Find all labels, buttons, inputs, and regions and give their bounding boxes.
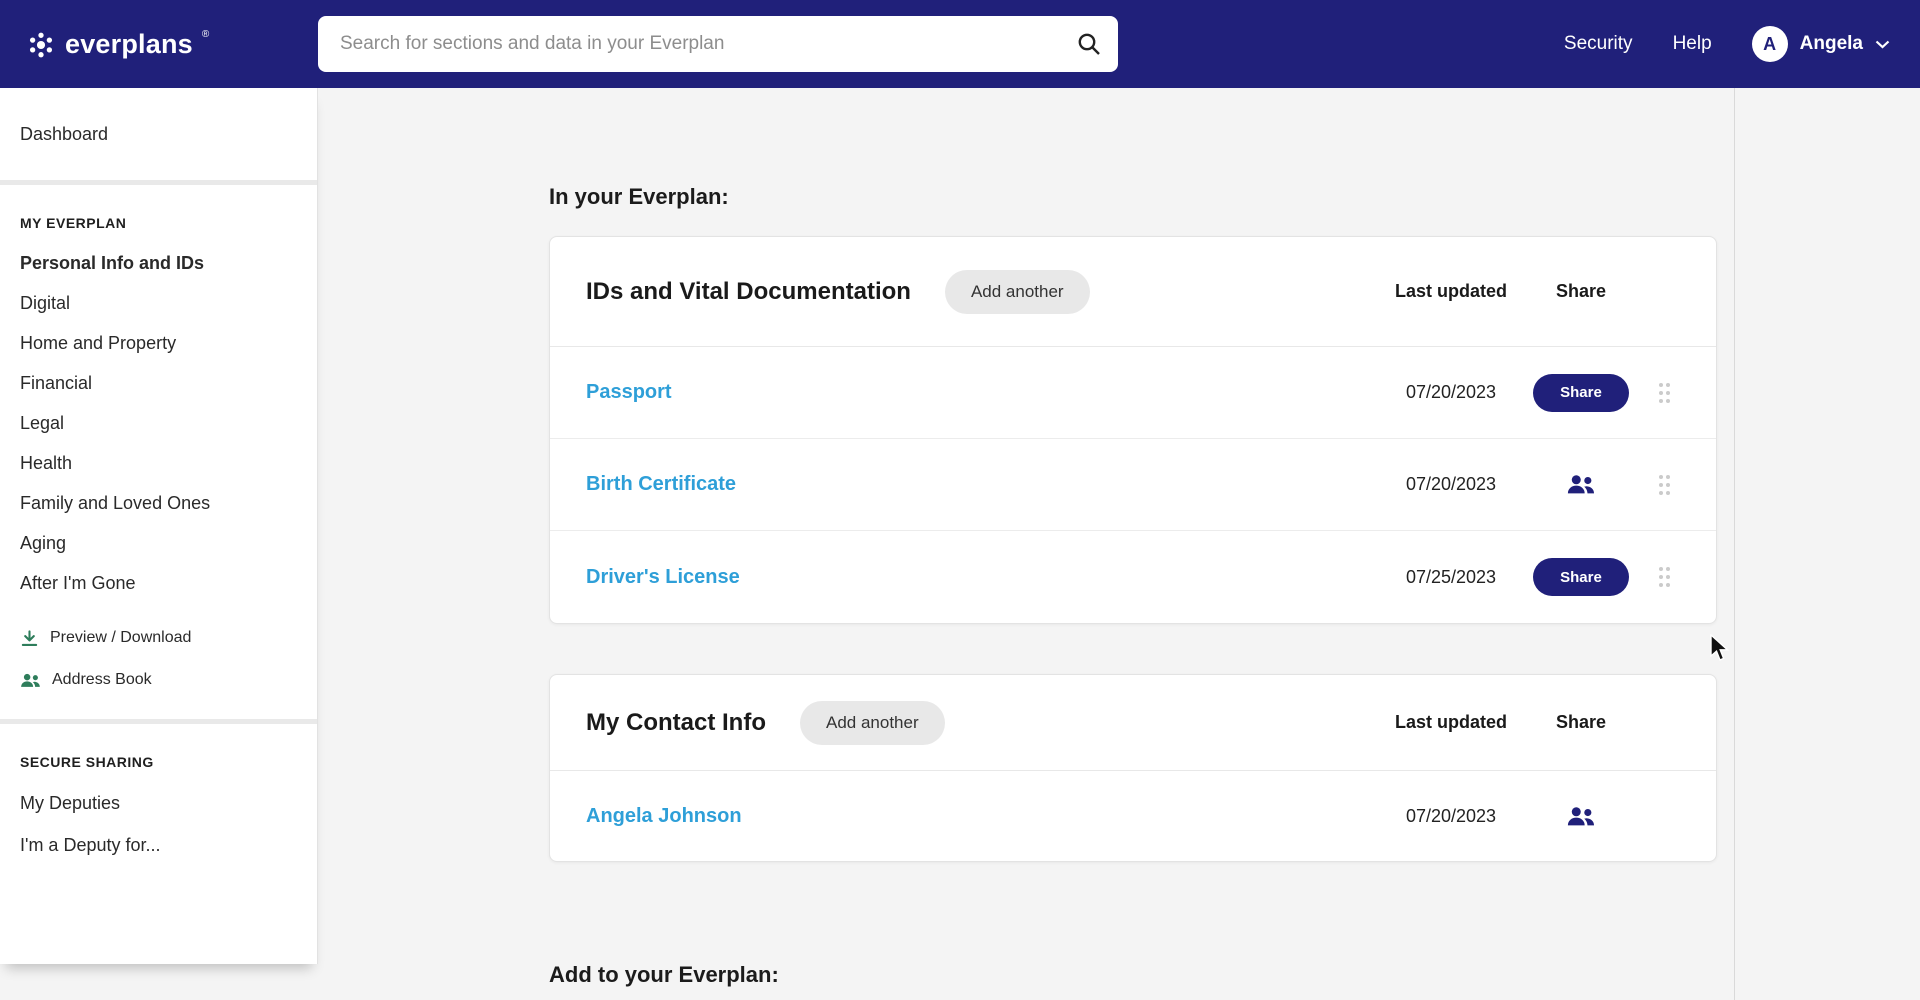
registered-mark: ® — [201, 29, 210, 40]
sidebar-item-legal[interactable]: Legal — [0, 403, 317, 443]
sidebar-item-digital[interactable]: Digital — [0, 283, 317, 323]
sidebar-item-financial[interactable]: Financial — [0, 363, 317, 403]
add-to-your-everplan-heading: Add to your Everplan: — [549, 962, 779, 987]
sidebar-item-personal-info-and-ids[interactable]: Personal Info and IDs — [0, 243, 317, 283]
sidebar-nav-my-everplan: Personal Info and IDs Digital Home and P… — [0, 243, 317, 603]
search-bar — [318, 16, 1118, 72]
last-updated-date: 07/20/2023 — [1405, 474, 1497, 494]
sidebar-item-health[interactable]: Health — [0, 443, 317, 483]
sidebar-divider — [0, 719, 317, 724]
topbar-right: Security Help A Angela — [1564, 26, 1920, 62]
sidebar-nav-secure-sharing: My Deputies I'm a Deputy for... — [0, 782, 317, 866]
item-link-angela-johnson[interactable]: Angela Johnson — [586, 805, 742, 827]
add-another-button[interactable]: Add another — [800, 700, 945, 745]
last-updated-date: 07/20/2023 — [1405, 805, 1497, 826]
content-scrollbar-track[interactable] — [1734, 88, 1735, 1000]
sidebar-item-my-deputies[interactable]: My Deputies — [0, 782, 317, 824]
user-menu[interactable]: A Angela — [1751, 26, 1890, 62]
search-icon[interactable] — [1076, 31, 1102, 57]
sidebar-tools: Preview / Download Address Book — [0, 617, 317, 701]
logo-icon — [29, 32, 53, 58]
sidebar-item-aging[interactable]: Aging — [0, 523, 317, 563]
security-link[interactable]: Security — [1564, 33, 1633, 55]
card-my-contact-info: My Contact Info Add another Last updated… — [549, 674, 1717, 862]
help-link[interactable]: Help — [1673, 33, 1712, 55]
in-your-everplan-heading: In your Everplan: — [549, 184, 729, 209]
table-row: Birth Certificate 07/20/2023 — [550, 439, 1716, 531]
sidebar-item-label: Address Book — [52, 671, 152, 688]
card-header: IDs and Vital Documentation Add another … — [550, 237, 1716, 347]
card-ids-and-vital-documentation: IDs and Vital Documentation Add another … — [549, 236, 1717, 624]
sidebar: Dashboard MY EVERPLAN Personal Info and … — [0, 88, 318, 964]
card-header: My Contact Info Add another Last updated… — [550, 675, 1716, 771]
sidebar-divider — [0, 180, 317, 185]
sidebar-item-dashboard[interactable]: Dashboard — [0, 88, 317, 180]
logo-text: everplans — [65, 29, 193, 59]
sidebar-item-home-and-property[interactable]: Home and Property — [0, 323, 317, 363]
user-name: Angela — [1799, 33, 1863, 54]
card-title: My Contact Info — [586, 708, 766, 736]
table-row: Angela Johnson 07/20/2023 — [550, 771, 1716, 861]
last-updated-date: 07/20/2023 — [1405, 382, 1497, 402]
sidebar-header-secure-sharing: SECURE SHARING — [20, 754, 154, 770]
sidebar-item-address-book[interactable]: Address Book — [0, 659, 317, 701]
address-book-icon — [20, 673, 41, 688]
share-column-header: Share — [1555, 712, 1607, 732]
sidebar-item-im-a-deputy-for[interactable]: I'm a Deputy for... — [0, 824, 317, 866]
last-updated-date: 07/25/2023 — [1405, 566, 1497, 587]
logo[interactable]: everplans ® — [26, 27, 209, 61]
share-button[interactable]: Share — [1533, 558, 1629, 596]
sidebar-item-label: Preview / Download — [50, 629, 192, 646]
drag-handle[interactable] — [1636, 565, 1692, 589]
table-row: Driver's License 07/25/2023 Share — [550, 531, 1716, 623]
last-updated-column-header: Last updated — [1394, 712, 1507, 732]
search-input[interactable] — [318, 16, 1118, 72]
sidebar-item-preview-download[interactable]: Preview / Download — [0, 617, 317, 659]
card-title: IDs and Vital Documentation — [586, 277, 911, 305]
table-row: Passport 07/20/2023 Share — [550, 347, 1716, 439]
main-content: In your Everplan: IDs and Vital Document… — [549, 88, 1717, 988]
item-link-birth-certificate[interactable]: Birth Certificate — [586, 473, 736, 495]
download-icon — [20, 629, 39, 648]
sidebar-item-family-and-loved-ones[interactable]: Family and Loved Ones — [0, 483, 317, 523]
drag-handle[interactable] — [1636, 381, 1692, 405]
drag-handle[interactable] — [1636, 473, 1692, 497]
chevron-down-icon — [1875, 40, 1890, 48]
sidebar-header-my-everplan: MY EVERPLAN — [20, 215, 127, 231]
last-updated-column-header: Last updated — [1394, 281, 1507, 301]
add-another-button[interactable]: Add another — [944, 269, 1090, 314]
item-link-passport[interactable]: Passport — [586, 381, 672, 403]
shared-people-icon[interactable] — [1566, 474, 1596, 495]
shared-people-icon[interactable] — [1566, 806, 1596, 827]
item-link-drivers-license[interactable]: Driver's License — [586, 566, 740, 588]
share-column-header: Share — [1555, 281, 1607, 301]
sidebar-item-after-im-gone[interactable]: After I'm Gone — [0, 563, 317, 603]
share-button[interactable]: Share — [1533, 373, 1629, 412]
avatar[interactable]: A — [1751, 26, 1788, 62]
topbar: everplans ® Security Help A Angela — [0, 0, 1920, 88]
